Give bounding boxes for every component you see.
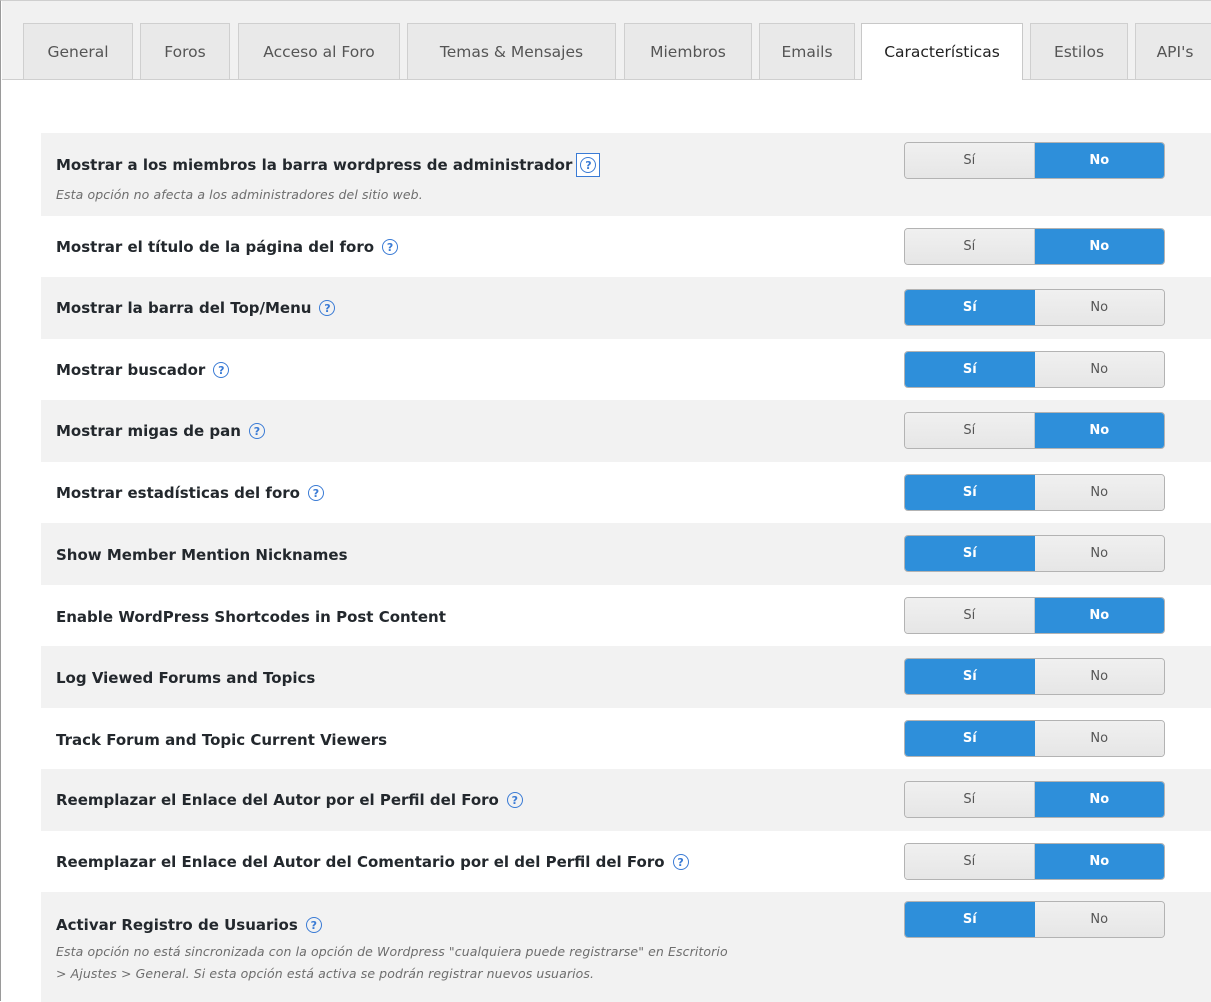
- toggle-no[interactable]: No: [1034, 475, 1164, 510]
- toggle-shortcodes[interactable]: Sí No: [904, 597, 1165, 634]
- toggle-yes[interactable]: Sí: [905, 844, 1035, 879]
- tab-emails[interactable]: Emails: [759, 23, 855, 79]
- toggle-user-registration[interactable]: Sí No: [904, 901, 1165, 938]
- toggle-no[interactable]: No: [1034, 844, 1164, 879]
- tab-foros[interactable]: Foros: [140, 23, 230, 79]
- tab-label: Estilos: [1053, 42, 1105, 61]
- help-icon[interactable]: ?: [506, 792, 523, 808]
- setting-row-mention-nicknames: Show Member Mention Nicknames Sí No: [41, 523, 1211, 585]
- tab-apis[interactable]: API's: [1135, 23, 1211, 79]
- help-icon[interactable]: ?: [576, 153, 601, 177]
- toggle-comment-author-link[interactable]: Sí No: [904, 843, 1165, 880]
- setting-label: Enable WordPress Shortcodes in Post Cont…: [56, 608, 446, 626]
- toggle-yes[interactable]: Sí: [905, 536, 1035, 571]
- help-icon[interactable]: ?: [213, 362, 230, 378]
- tab-temas-mensajes[interactable]: Temas & Mensajes: [407, 23, 616, 79]
- toggle-no[interactable]: No: [1034, 413, 1164, 448]
- toggle-no[interactable]: No: [1034, 352, 1164, 387]
- question-icon: ?: [580, 157, 597, 173]
- setting-row-log-viewed: Log Viewed Forums and Topics Sí No: [41, 646, 1211, 708]
- tab-label: Características: [884, 43, 1000, 61]
- toggle-search[interactable]: Sí No: [904, 351, 1165, 388]
- tab-label: General: [47, 42, 109, 61]
- toggle-yes[interactable]: Sí: [905, 721, 1035, 756]
- setting-description-line-2: > Ajustes > General. Si esta opción está…: [56, 966, 595, 981]
- setting-label: Activar Registro de Usuarios: [56, 916, 298, 934]
- toggle-no[interactable]: No: [1034, 659, 1164, 694]
- setting-row-user-registration: Activar Registro de Usuarios ? Esta opci…: [41, 892, 1211, 1002]
- tab-general[interactable]: General: [23, 23, 133, 79]
- tab-estilos[interactable]: Estilos: [1030, 23, 1128, 79]
- help-icon[interactable]: ?: [319, 300, 336, 316]
- toggle-no[interactable]: No: [1034, 902, 1164, 937]
- help-icon[interactable]: ?: [248, 423, 265, 439]
- toggle-top-menu[interactable]: Sí No: [904, 289, 1165, 326]
- toggle-current-viewers[interactable]: Sí No: [904, 720, 1165, 757]
- toggle-no[interactable]: No: [1034, 721, 1164, 756]
- toggle-yes[interactable]: Sí: [905, 290, 1035, 325]
- setting-row-author-link: Reemplazar el Enlace del Autor por el Pe…: [41, 769, 1211, 831]
- help-icon[interactable]: ?: [305, 917, 322, 933]
- setting-label: Track Forum and Topic Current Viewers: [56, 731, 388, 749]
- tab-label: Emails: [781, 42, 833, 61]
- toggle-no[interactable]: No: [1034, 598, 1164, 633]
- toggle-no[interactable]: No: [1034, 229, 1164, 264]
- toggle-yes[interactable]: Sí: [905, 229, 1035, 264]
- toggle-admin-bar[interactable]: Sí No: [904, 142, 1165, 179]
- toggle-page-title[interactable]: Sí No: [904, 228, 1165, 265]
- settings-content: Mostrar a los miembros la barra wordpres…: [41, 79, 1211, 1002]
- setting-label: Mostrar estadísticas del foro: [56, 484, 300, 502]
- toggle-breadcrumbs[interactable]: Sí No: [904, 412, 1165, 449]
- toggle-yes[interactable]: Sí: [905, 598, 1035, 633]
- setting-row-breadcrumbs: Mostrar migas de pan ? Sí No: [41, 400, 1211, 462]
- toggle-stats[interactable]: Sí No: [904, 474, 1165, 511]
- toggle-yes[interactable]: Sí: [905, 659, 1035, 694]
- settings-panel: General Foros Acceso al Foro Temas & Men…: [0, 0, 1211, 1002]
- tab-label: API's: [1156, 42, 1194, 61]
- setting-label: Reemplazar el Enlace del Autor del Comen…: [56, 853, 665, 871]
- setting-label: Mostrar el título de la página del foro: [56, 238, 375, 256]
- setting-row-top-menu: Mostrar la barra del Top/Menu ? Sí No: [41, 277, 1211, 339]
- tab-label: Acceso al Foro: [263, 42, 375, 61]
- tab-miembros[interactable]: Miembros: [624, 23, 752, 79]
- help-icon[interactable]: ?: [382, 239, 399, 255]
- setting-label: Mostrar buscador: [56, 361, 206, 379]
- setting-label: Mostrar la barra del Top/Menu: [56, 299, 312, 317]
- toggle-yes[interactable]: Sí: [905, 143, 1035, 178]
- tab-bar: General Foros Acceso al Foro Temas & Men…: [2, 1, 1211, 80]
- toggle-yes[interactable]: Sí: [905, 902, 1035, 937]
- setting-label: Reemplazar el Enlace del Autor por el Pe…: [56, 791, 499, 809]
- setting-label: Mostrar a los miembros la barra wordpres…: [56, 156, 573, 174]
- setting-description: Esta opción no afecta a los administrado…: [56, 187, 423, 202]
- setting-row-stats: Mostrar estadísticas del foro ? Sí No: [41, 462, 1211, 523]
- setting-row-shortcodes: Enable WordPress Shortcodes in Post Cont…: [41, 585, 1211, 646]
- setting-label: Log Viewed Forums and Topics: [56, 669, 316, 687]
- setting-row-comment-author-link: Reemplazar el Enlace del Autor del Comen…: [41, 831, 1211, 892]
- toggle-author-link[interactable]: Sí No: [904, 781, 1165, 818]
- toggle-no[interactable]: No: [1034, 143, 1164, 178]
- tab-acceso-al-foro[interactable]: Acceso al Foro: [238, 23, 400, 79]
- setting-row-page-title: Mostrar el título de la página del foro …: [41, 216, 1211, 277]
- toggle-yes[interactable]: Sí: [905, 475, 1035, 510]
- help-icon[interactable]: ?: [672, 854, 689, 870]
- setting-row-search: Mostrar buscador ? Sí No: [41, 339, 1211, 400]
- toggle-no[interactable]: No: [1034, 290, 1164, 325]
- setting-label: Mostrar migas de pan: [56, 422, 241, 440]
- tab-caracteristicas[interactable]: Características: [861, 23, 1023, 80]
- help-icon[interactable]: ?: [307, 485, 324, 501]
- toggle-mention-nicknames[interactable]: Sí No: [904, 535, 1165, 572]
- toggle-yes[interactable]: Sí: [905, 352, 1035, 387]
- toggle-yes[interactable]: Sí: [905, 413, 1035, 448]
- setting-description: Esta opción no está sincronizada con la …: [56, 944, 728, 959]
- toggle-yes[interactable]: Sí: [905, 782, 1035, 817]
- toggle-no[interactable]: No: [1034, 536, 1164, 571]
- setting-label: Show Member Mention Nicknames: [56, 546, 348, 564]
- tab-label: Temas & Mensajes: [439, 42, 584, 61]
- tab-label: Foros: [164, 42, 206, 61]
- setting-row-admin-bar: Mostrar a los miembros la barra wordpres…: [41, 133, 1211, 216]
- tab-label: Miembros: [650, 42, 726, 61]
- setting-row-current-viewers: Track Forum and Topic Current Viewers Sí…: [41, 708, 1211, 769]
- toggle-log-viewed[interactable]: Sí No: [904, 658, 1165, 695]
- toggle-no[interactable]: No: [1034, 782, 1164, 817]
